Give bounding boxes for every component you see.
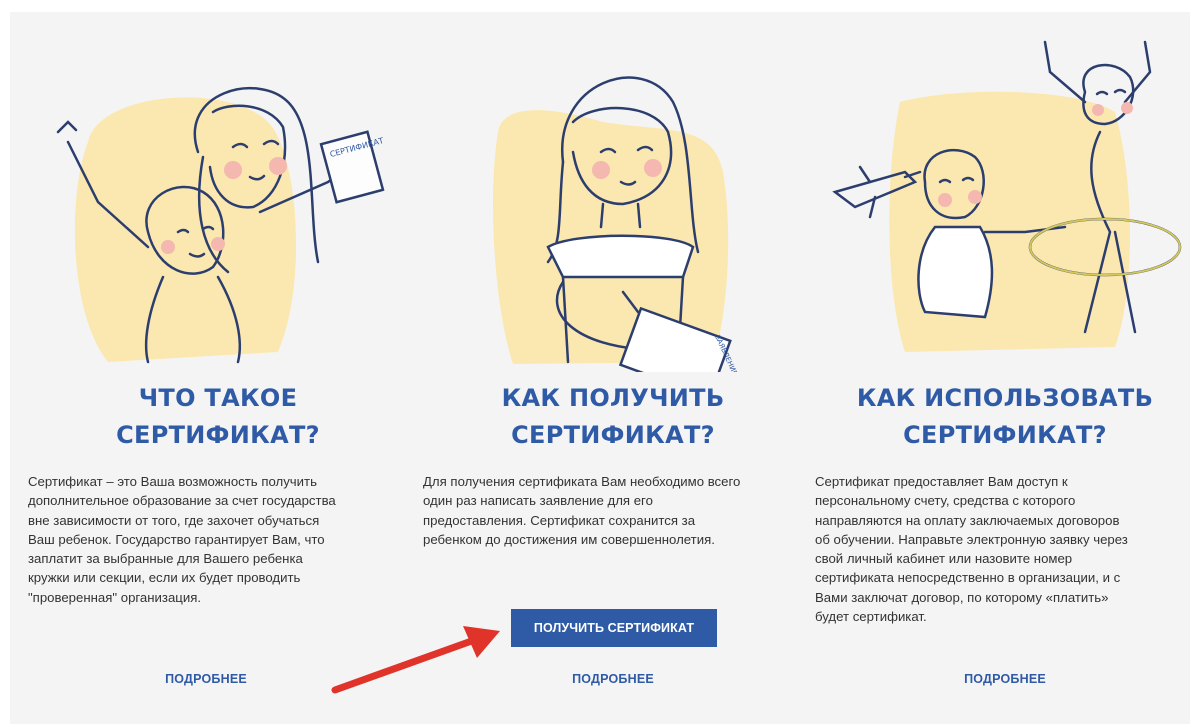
text-line: Ваш ребенок. Государство гарантирует Вам… [28, 531, 325, 547]
text-line: Для получения сертификата Вам необходимо… [423, 474, 741, 489]
certificate-info-section: СЕРТИФИКАТ ЧТО ТАКОЕ СЕРТИФИКАТ? Сертифи… [10, 12, 1190, 724]
heading-how-to-get-certificate: КАК ПОЛУЧИТЬ СЕРТИФИКАТ? [423, 380, 803, 454]
text-line: Сертификат – это Ваша возможность получи… [28, 474, 317, 489]
heading-line: КАК ИСПОЛЬЗОВАТЬ [856, 384, 1154, 412]
text-line: предоставления. Сертификат сохранится за [423, 512, 696, 528]
heading-line: ЧТО ТАКОЕ [138, 384, 298, 412]
text-line: вне зависимости от того, где захочет обу… [28, 512, 320, 528]
mother-child-illustration: СЕРТИФИКАТ [28, 32, 408, 372]
text-line: будет сертификат. [815, 609, 927, 625]
text-line: один раз написать заявление для его [423, 493, 653, 509]
description-how-to-get-certificate: Для получения сертификата Вам необходимо… [423, 472, 791, 549]
children-activities-illustration [815, 32, 1195, 372]
heading-line: СЕРТИФИКАТ? [116, 421, 320, 449]
text-line: Сертификат предоставляет Вам доступ к [815, 474, 1068, 489]
heading-line: СЕРТИФИКАТ? [511, 421, 715, 449]
more-link-how-to-use-certificate[interactable]: ПОДРОБНЕЕ [815, 672, 1195, 686]
description-how-to-use-certificate: Сертификат предоставляет Вам доступ к пе… [815, 472, 1177, 626]
text-line: дополнительное образование за счет госуд… [28, 493, 336, 509]
text-line: направляются на оплату заключаемых догов… [815, 512, 1120, 528]
text-line: об обучении. Направьте электронную заявк… [815, 531, 1128, 547]
text-line: свой личный кабинет или назовите номер [815, 551, 1073, 567]
text-line: Вами заключат договор, по которому «плат… [815, 589, 1109, 605]
heading-what-is-certificate: ЧТО ТАКОЕ СЕРТИФИКАТ? [28, 380, 408, 454]
text-line: персональному счету, средства с которого [815, 493, 1076, 509]
text-line: сертификата непосредственно в организаци… [815, 570, 1121, 586]
heading-line: СЕРТИФИКАТ? [903, 421, 1107, 449]
heading-how-to-use-certificate: КАК ИСПОЛЬЗОВАТЬ СЕРТИФИКАТ? [815, 380, 1195, 454]
woman-writing-application-illustration: ЗАЯВЛЕНИЕ [423, 32, 803, 372]
text-line: кружки или секции, если их будет проводи… [28, 570, 301, 586]
get-certificate-button[interactable]: ПОЛУЧИТЬ СЕРТИФИКАТ [511, 609, 717, 647]
text-line: ребенком до достижения им совершеннолети… [423, 531, 715, 547]
description-what-is-certificate: Сертификат – это Ваша возможность получи… [28, 472, 396, 607]
red-arrow-annotation [331, 626, 500, 694]
text-line: "проверенная" организация. [28, 589, 202, 605]
text-line: заплатит за выбранные для Вашего ребенка [28, 551, 303, 567]
heading-line: КАК ПОЛУЧИТЬ [501, 384, 725, 412]
column-how-to-use-certificate: КАК ИСПОЛЬЗОВАТЬ СЕРТИФИКАТ? Сертификат … [815, 12, 1195, 724]
